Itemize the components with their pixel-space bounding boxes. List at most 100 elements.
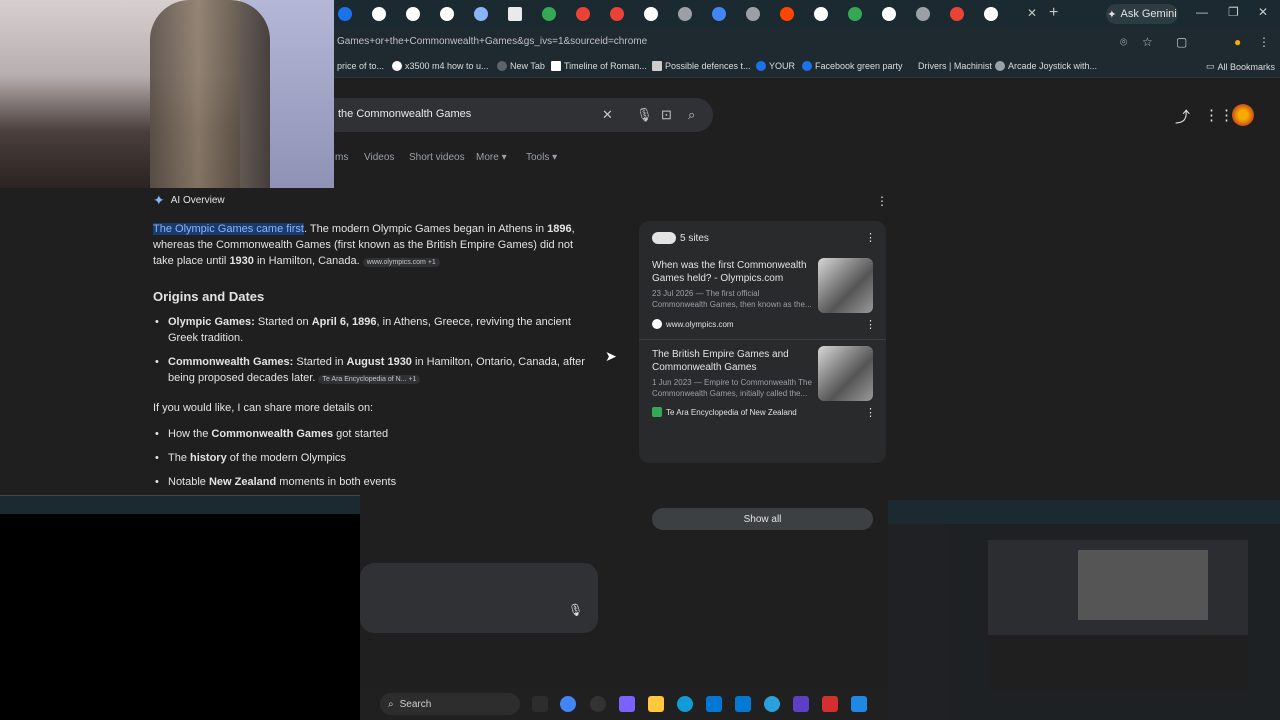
restore-icon[interactable]: ❐ [1228, 5, 1239, 19]
followup-input[interactable]: 🎙 [360, 563, 598, 633]
google-tab-icon[interactable] [984, 7, 998, 21]
app-icon[interactable] [851, 696, 867, 712]
google-tab-icon[interactable] [440, 7, 454, 21]
app-icon[interactable] [619, 696, 635, 712]
preview-tabbar [888, 500, 1280, 524]
google-tab-icon[interactable] [882, 7, 896, 21]
google-tab-icon[interactable] [814, 7, 828, 21]
url-input[interactable]: Games+or+the+Commonwealth+Games&gs_ivs=1… [337, 36, 647, 47]
item-bold: New Zealand [208, 476, 277, 488]
bookmark-item[interactable]: Arcade Joystick with... [995, 61, 1097, 71]
chrome-icon[interactable] [560, 696, 576, 712]
nz-tab-icon[interactable] [508, 7, 522, 21]
list-item: Olympic Games: Started on April 6, 1896,… [153, 314, 593, 346]
sources-menu-icon[interactable]: ⋮ [865, 231, 876, 244]
sources-count[interactable]: 5 sites [652, 232, 709, 244]
search-input[interactable]: the Commonwealth Games [338, 108, 471, 120]
microphone-icon[interactable]: 🎙 [568, 603, 583, 617]
mouse-cursor-icon: ➤ [605, 348, 617, 364]
edge-icon[interactable] [677, 696, 693, 712]
extension-icon[interactable]: ▢ [1176, 35, 1187, 49]
bookmark-label: YOUR [769, 61, 796, 71]
source-menu-icon[interactable]: ⋮ [865, 406, 876, 419]
tab-icon[interactable] [712, 7, 726, 21]
maps-tab-icon[interactable] [542, 7, 556, 21]
minimize-icon[interactable]: — [1196, 5, 1208, 19]
citation-chip[interactable]: Te Ara Encyclopedia of N... +1 [318, 375, 421, 384]
google-tab-icon[interactable] [372, 7, 386, 21]
ask-gemini-button[interactable]: ✦ Ask Gemini [1106, 4, 1178, 24]
tab-all[interactable]: ms [335, 152, 348, 163]
file-explorer-icon[interactable] [648, 696, 664, 712]
facebook-tab-icon[interactable] [338, 7, 352, 21]
share-icon[interactable]: ⤴ [1175, 106, 1190, 127]
tab-videos[interactable]: Videos [364, 152, 394, 163]
close-tab-icon[interactable]: ✕ [1027, 6, 1037, 20]
new-tab-icon[interactable]: + [1049, 4, 1058, 22]
store-icon[interactable] [706, 696, 722, 712]
olympics-icon [652, 319, 662, 329]
more-details-list: How the Commonwealth Games got started T… [153, 426, 593, 490]
site-favicons-icon [652, 232, 676, 244]
task-view-icon[interactable] [532, 696, 548, 712]
source-title[interactable]: When was the first Commonwealth Games he… [652, 259, 812, 285]
google-tab-icon[interactable] [644, 7, 658, 21]
tab-icon[interactable] [610, 7, 624, 21]
app-icon[interactable] [822, 696, 838, 712]
all-bookmarks-button[interactable]: ▭ All Bookmarks [1206, 61, 1275, 72]
joystick-icon [995, 61, 1005, 71]
bookmark-item[interactable]: Timeline of Roman... [551, 61, 647, 71]
show-all-button[interactable]: Show all [652, 508, 873, 530]
facebook-icon [756, 61, 766, 71]
source-title[interactable]: The British Empire Games and Commonwealt… [652, 348, 812, 374]
profile-icon[interactable]: ● [1234, 35, 1241, 49]
share-prompt: If you would like, I can share more deta… [153, 402, 374, 414]
app-icon[interactable] [735, 696, 751, 712]
taskbar-search-box[interactable]: ⌕ Search [380, 693, 520, 715]
avatar[interactable] [1232, 104, 1254, 126]
ai-overview-menu-icon[interactable]: ⋮ [876, 194, 888, 208]
search-icon[interactable]: ⌕ [688, 107, 695, 123]
item-text: Started in [293, 356, 347, 368]
tab-icon[interactable] [848, 7, 862, 21]
microphone-icon[interactable]: 🎙 [636, 107, 653, 123]
tab-icon[interactable] [474, 7, 488, 21]
bookmark-label: Arcade Joystick with... [1008, 61, 1098, 71]
reddit-tab-icon[interactable] [780, 7, 794, 21]
location-icon[interactable]: ⌾ [1120, 35, 1127, 50]
close-window-icon[interactable]: ✕ [1258, 5, 1268, 19]
tab-more[interactable]: More ▾ [476, 152, 507, 163]
tab-tools[interactable]: Tools ▾ [526, 152, 557, 163]
bookmark-item[interactable]: Possible defences t... [652, 61, 751, 71]
source-menu-icon[interactable]: ⋮ [865, 318, 876, 331]
telegram-icon[interactable] [764, 696, 780, 712]
google-tab-icon[interactable] [406, 7, 420, 21]
tab-icon[interactable] [576, 7, 590, 21]
search-box[interactable]: the Commonwealth Games ✕ 🎙 ⊡ ⌕ [320, 98, 713, 132]
tab-icon[interactable] [746, 7, 760, 21]
app-icon[interactable] [793, 696, 809, 712]
bookmark-item[interactable]: x3500 m4 how to u... [392, 61, 489, 71]
tab-icon[interactable] [950, 7, 964, 21]
bookmark-label: New Tab [510, 61, 545, 71]
citation-chip[interactable]: www.olympics.com +1 [362, 258, 440, 267]
bookmark-item[interactable]: New Tab [497, 61, 545, 71]
bookmark-item[interactable]: price of to... [337, 61, 384, 71]
source-thumbnail[interactable] [818, 346, 873, 401]
source-thumbnail[interactable] [818, 258, 873, 313]
te-ara-icon [652, 407, 662, 417]
lens-icon[interactable]: ⊡ [661, 107, 672, 123]
tab-icon[interactable] [678, 7, 692, 21]
item-label: Commonwealth Games: [168, 356, 294, 368]
bookmark-item[interactable]: YOUR [756, 61, 795, 71]
bookmark-item[interactable]: Facebook green party [802, 61, 903, 71]
clear-icon[interactable]: ✕ [602, 107, 613, 123]
bookmark-star-icon[interactable]: ☆ [1142, 35, 1153, 49]
obs-icon[interactable] [590, 696, 606, 712]
tab-icon[interactable] [916, 7, 930, 21]
bookmark-label: Possible defences t... [665, 61, 751, 71]
bookmark-item[interactable]: Drivers | Machinist [918, 61, 992, 71]
apps-icon[interactable]: ⋮⋮ [1204, 106, 1234, 124]
menu-icon[interactable]: ⋮ [1258, 35, 1270, 49]
tab-short-videos[interactable]: Short videos [409, 152, 465, 163]
